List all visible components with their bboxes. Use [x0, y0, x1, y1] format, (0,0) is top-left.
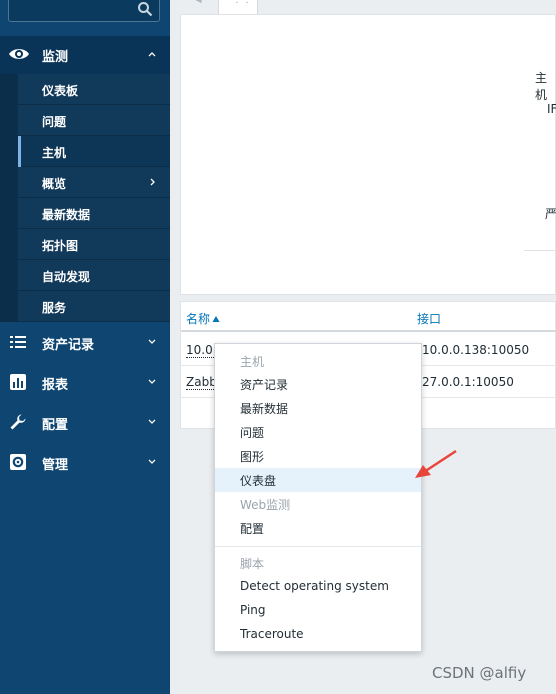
sidebar-item-dashboard[interactable]: 仪表板: [18, 74, 170, 105]
chevron-up-icon: [148, 52, 156, 57]
severity-label-clipped: 严: [545, 207, 556, 221]
menu-item-detect-os[interactable]: Detect operating system: [215, 575, 421, 599]
menu-item-label: 配置: [240, 522, 265, 536]
chevron-down-icon: [148, 419, 156, 424]
menu-item-inventory[interactable]: 资产记录: [215, 372, 421, 396]
list-icon: [10, 336, 26, 348]
nav-inventory-label: 资产记录: [42, 338, 95, 353]
menu-item-problems[interactable]: 问题: [215, 420, 421, 444]
search-icon[interactable]: [137, 1, 153, 17]
sidebar-item-label: 仪表板: [42, 84, 79, 98]
host-name-link[interactable]: Zabb: [186, 375, 216, 390]
sidebar-item-label: 自动发现: [42, 270, 91, 284]
tab-active[interactable]: ⋮⋮: [218, 0, 258, 14]
gear-icon: [10, 454, 26, 470]
sidebar-item-label: 服务: [42, 301, 67, 315]
eye-icon: [9, 49, 29, 59]
divider: [524, 250, 556, 251]
host-info-panel: 主机 IF 严: [180, 14, 556, 295]
menu-item-label: 问题: [240, 426, 265, 440]
chevron-right-icon: [150, 178, 155, 186]
search-input[interactable]: [8, 0, 160, 22]
menu-item-label: 仪表盘: [240, 474, 277, 488]
menu-header-label: 主机: [240, 355, 265, 369]
chevron-left-icon[interactable]: ◀: [194, 0, 202, 5]
menu-item-label: Traceroute: [240, 627, 304, 641]
menu-item-label: 图形: [240, 450, 265, 464]
chevron-down-icon: [148, 459, 156, 464]
nav-administration[interactable]: 管理: [0, 442, 170, 482]
menu-item-web-monitoring: Web监测: [215, 492, 421, 516]
nav-monitoring-label: 监测: [42, 50, 69, 65]
column-name-label: 名称: [186, 312, 211, 326]
sidebar-item-label: 拓扑图: [42, 239, 79, 253]
host-interface: 27.0.0.1:10050: [422, 375, 514, 389]
host-name-link[interactable]: 10.0.: [186, 343, 216, 358]
menu-item-graphs[interactable]: 图形: [215, 444, 421, 468]
bar-chart-icon: [10, 374, 26, 390]
wrench-icon: [10, 414, 26, 430]
sidebar: 监测 仪表板 问题 主机 概览 最新数据 拓扑图 自动发现 服务 资产记录 报表…: [0, 0, 170, 694]
column-header-interface[interactable]: 接口: [417, 310, 441, 327]
menu-item-latest-data[interactable]: 最新数据: [215, 396, 421, 420]
sidebar-item-hosts[interactable]: 主机: [18, 136, 170, 167]
menu-item-label: Ping: [240, 603, 266, 617]
annotation-arrow-icon: [415, 449, 457, 478]
menu-item-dashboards[interactable]: 仪表盘: [215, 468, 421, 492]
menu-header-scripts: 脚本: [215, 551, 421, 575]
submenu-gutter: [0, 74, 18, 322]
menu-item-label: Web监测: [240, 498, 291, 512]
dashboard-tab-strip: ◀ ⋮⋮: [180, 0, 556, 14]
monitoring-submenu: 仪表板 问题 主机 概览 最新数据 拓扑图 自动发现 服务: [18, 74, 170, 322]
nav-inventory[interactable]: 资产记录: [0, 322, 170, 362]
drag-handle-icon[interactable]: ⋮⋮: [232, 0, 252, 5]
host-context-menu: 主机 资产记录 最新数据 问题 图形 仪表盘 Web监测 配置 脚本 Detec…: [214, 343, 422, 652]
ip-label-clipped: IF: [547, 102, 556, 116]
menu-item-ping[interactable]: Ping: [215, 599, 421, 623]
menu-separator: [215, 546, 421, 547]
menu-header-host: 主机: [215, 349, 421, 373]
nav-administration-label: 管理: [42, 458, 69, 473]
nav-monitoring[interactable]: 监测: [0, 36, 170, 74]
sidebar-item-overview[interactable]: 概览: [18, 167, 170, 198]
host-label-clipped: 主机: [535, 71, 548, 102]
sidebar-item-services[interactable]: 服务: [18, 291, 170, 322]
chevron-down-icon: [148, 379, 156, 384]
nav-reports[interactable]: 报表: [0, 362, 170, 402]
column-header-name[interactable]: 名称: [186, 310, 220, 327]
sidebar-item-label: 概览: [42, 177, 67, 191]
sidebar-item-label: 主机: [42, 146, 67, 160]
menu-item-label: 最新数据: [240, 402, 289, 416]
menu-item-label: 资产记录: [240, 378, 289, 392]
menu-item-label: Detect operating system: [240, 579, 389, 593]
nav-reports-label: 报表: [42, 378, 69, 393]
menu-header-label: 脚本: [240, 557, 265, 571]
menu-item-traceroute[interactable]: Traceroute: [215, 623, 421, 647]
sidebar-item-maps[interactable]: 拓扑图: [18, 229, 170, 260]
sort-ascending-icon: [212, 316, 220, 322]
sidebar-item-discovery[interactable]: 自动发现: [18, 260, 170, 291]
chevron-down-icon: [148, 339, 156, 344]
host-interface: 10.0.0.138:10050: [422, 343, 530, 357]
sidebar-item-label: 问题: [42, 115, 67, 129]
nav-configuration[interactable]: 配置: [0, 402, 170, 442]
sidebar-item-latest-data[interactable]: 最新数据: [18, 198, 170, 229]
menu-item-configuration[interactable]: 配置: [215, 516, 421, 540]
table-header: 名称 接口: [181, 302, 556, 332]
watermark: CSDN @alfiy: [432, 664, 527, 682]
sidebar-item-problems[interactable]: 问题: [18, 105, 170, 136]
sidebar-item-label: 最新数据: [42, 208, 91, 222]
nav-configuration-label: 配置: [42, 418, 69, 433]
